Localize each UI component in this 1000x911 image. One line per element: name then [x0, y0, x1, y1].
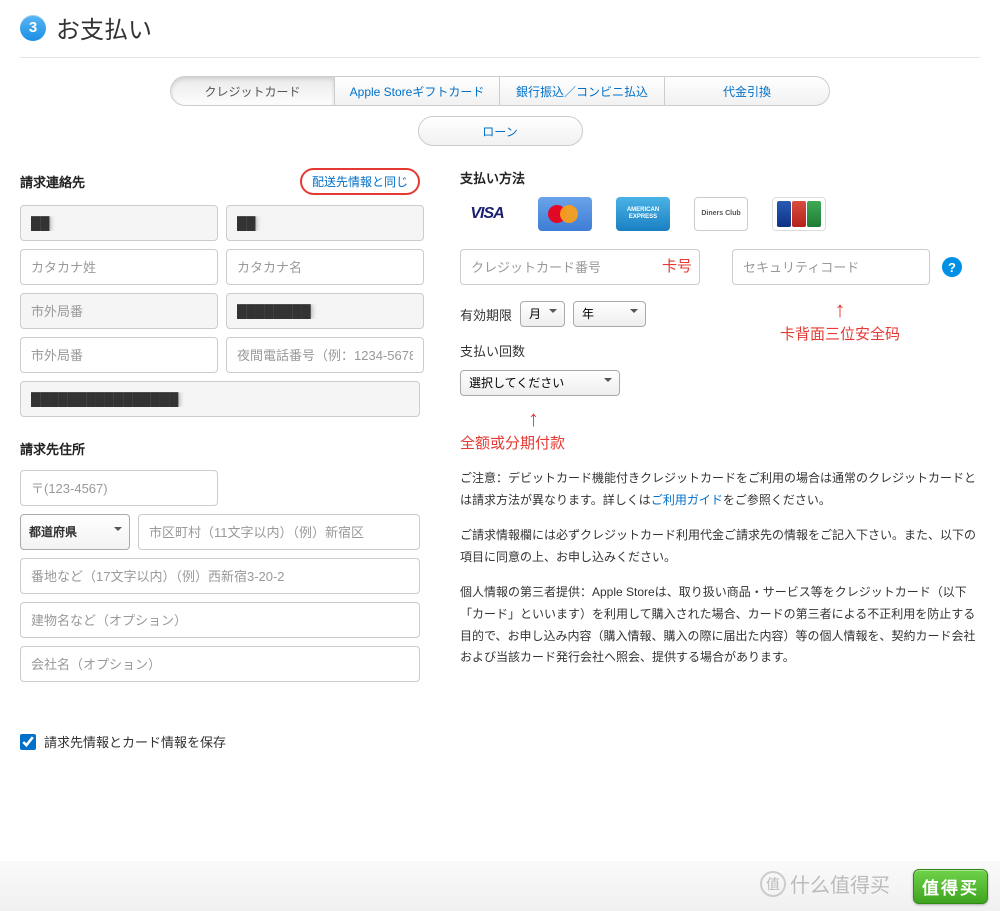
prefecture-select[interactable]: 都道府県 [20, 514, 130, 550]
mastercard-icon [538, 197, 592, 231]
step-badge: 3 [20, 15, 46, 41]
annotation-payment-count: 全额或分期付款 [460, 432, 565, 453]
cvv-field[interactable] [732, 249, 930, 285]
night-area-code-field[interactable] [20, 337, 218, 373]
area-code-field[interactable] [20, 293, 218, 329]
visa-icon: VISA [460, 197, 514, 231]
zip-field[interactable] [20, 470, 218, 506]
billing-address-heading: 請求先住所 [20, 439, 420, 458]
city-field[interactable] [138, 514, 420, 550]
tab-loan[interactable]: ローン [418, 116, 583, 146]
company-field[interactable] [20, 646, 420, 682]
arrow-up-icon: ↑ [528, 406, 539, 432]
save-info-checkbox[interactable] [20, 734, 36, 750]
arrow-up-icon: ↑ [835, 297, 846, 323]
page-title: お支払い [56, 10, 152, 45]
building-field[interactable] [20, 602, 420, 638]
footer: 值 什么值得买 值得买 [0, 861, 1000, 911]
payment-count-select[interactable]: 選択してください [460, 370, 620, 396]
street-field[interactable] [20, 558, 420, 594]
tab-credit-card[interactable]: クレジットカード [170, 76, 335, 106]
first-name-field[interactable] [226, 205, 424, 241]
usage-guide-link[interactable]: ご利用ガイド [651, 493, 723, 507]
save-info-label: 請求先情報とカード情報を保存 [44, 732, 226, 751]
expiry-label: 有効期限 [460, 305, 512, 324]
divider [20, 57, 980, 58]
last-name-field[interactable] [20, 205, 218, 241]
night-phone-field[interactable] [226, 337, 424, 373]
tab-gift-card[interactable]: Apple Storeギフトカード [335, 76, 500, 106]
payment-tabs: クレジットカード Apple Storeギフトカード 銀行振込／コンビニ払込 代… [20, 76, 980, 106]
tab-cod[interactable]: 代金引換 [665, 76, 830, 106]
annotation-cvv: 卡背面三位安全码 [780, 323, 900, 344]
last-kana-field[interactable] [20, 249, 218, 285]
diners-icon: Diners Club [694, 197, 748, 231]
amex-icon: AMERICAN EXPRESS [616, 197, 670, 231]
same-as-shipping-link[interactable]: 配送先情報と同じ [300, 168, 420, 195]
payment-method-heading: 支払い方法 [460, 168, 980, 187]
cvv-help-icon[interactable]: ? [942, 257, 962, 277]
payment-count-label: 支払い回数 [460, 341, 980, 360]
first-kana-field[interactable] [226, 249, 424, 285]
annotation-card-number: 卡号 [662, 255, 692, 276]
tab-bank[interactable]: 銀行振込／コンビニ払込 [500, 76, 665, 106]
billing-contact-heading: 請求連絡先 [20, 172, 85, 191]
notes-block: ご注意：デビットカード機能付きクレジットカードをご利用の場合は通常のクレジットカ… [460, 468, 980, 669]
phone-field[interactable] [226, 293, 424, 329]
submit-button[interactable]: 值得买 [913, 869, 988, 904]
email-field[interactable] [20, 381, 420, 417]
expiry-year-select[interactable]: 年 [573, 301, 646, 327]
jcb-icon [772, 197, 826, 231]
expiry-month-select[interactable]: 月 [520, 301, 565, 327]
watermark: 值 什么值得买 [760, 869, 890, 898]
